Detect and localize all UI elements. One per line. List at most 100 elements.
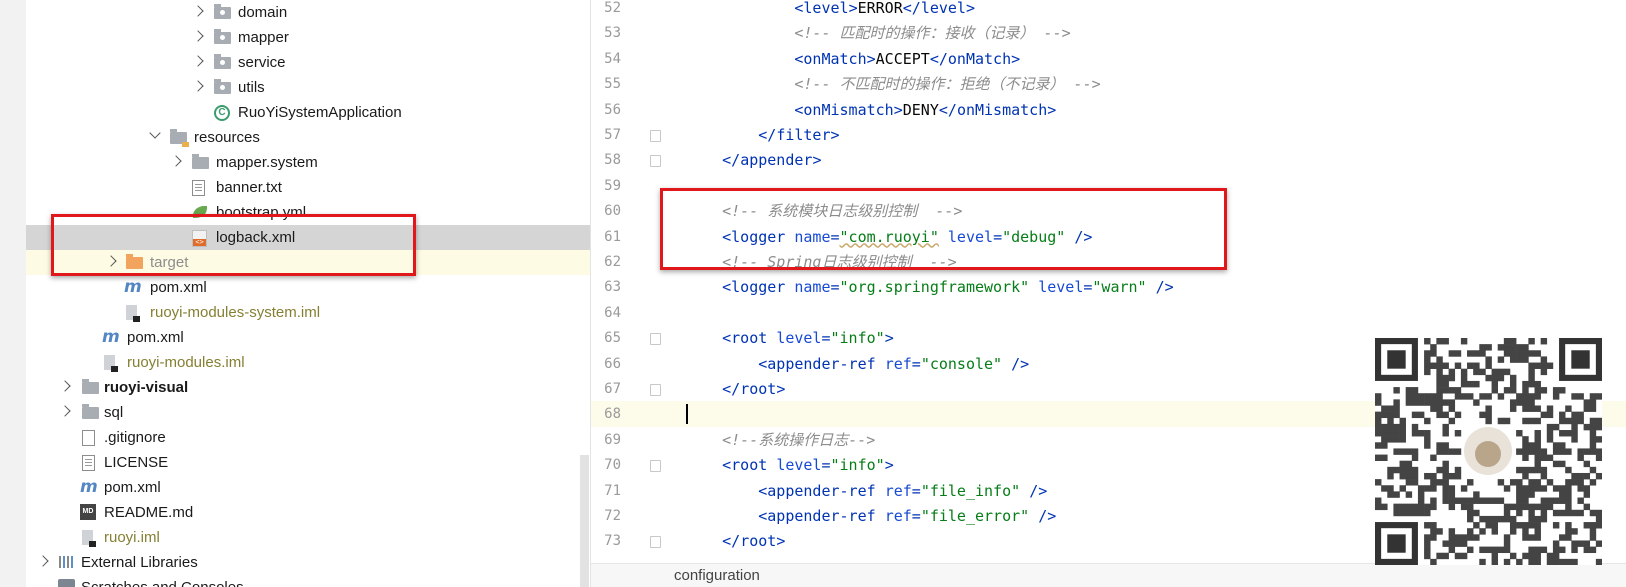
- chevron-right-icon[interactable]: [37, 555, 49, 567]
- tree-item[interactable]: ruoyi-visual: [26, 375, 591, 400]
- code-token: >: [1011, 49, 1021, 68]
- chevron-right-icon[interactable]: [59, 380, 71, 392]
- code-token: "info": [830, 329, 885, 348]
- line-number: 53: [604, 25, 621, 42]
- code-text: <logger name="org.springframework" level…: [686, 274, 1174, 300]
- code-line[interactable]: 64: [591, 300, 1626, 326]
- tree-item[interactable]: ruoyi.iml: [26, 525, 591, 550]
- code-line[interactable]: 55 <!-- 不匹配时的操作：拒绝（不记录） -->: [591, 71, 1626, 97]
- tree-item[interactable]: m pom.xml: [26, 275, 591, 300]
- fold-marker-icon[interactable]: [650, 460, 661, 473]
- tree-item[interactable]: External Libraries: [26, 550, 591, 575]
- line-number: 69: [604, 431, 621, 448]
- chevron-right-icon[interactable]: [192, 55, 204, 67]
- line-number: 68: [604, 406, 621, 423]
- tree-item[interactable]: sql: [26, 400, 591, 425]
- code-token: =: [911, 507, 921, 525]
- tree-item-label: README.md: [104, 504, 194, 521]
- code-token: >: [893, 100, 903, 119]
- code-line[interactable]: 56 <onMismatch>DENY</onMismatch>: [591, 97, 1626, 123]
- editor-breadcrumb[interactable]: configuration: [591, 563, 1626, 587]
- tree-item[interactable]: ruoyi-modules-system.iml: [26, 300, 591, 325]
- maven-icon: m: [124, 277, 142, 297]
- tree-item[interactable]: C RuoYiSystemApplication: [26, 100, 591, 125]
- code-token: =: [821, 456, 831, 475]
- code-token: >: [776, 532, 786, 551]
- code-line[interactable]: 57 </filter>: [591, 122, 1626, 148]
- code-token: />: [1011, 354, 1030, 373]
- maven-icon: m: [80, 477, 98, 497]
- fold-marker-icon[interactable]: [650, 536, 661, 549]
- code-text: </root>: [686, 528, 785, 554]
- code-token: />: [1155, 278, 1174, 297]
- tree-item[interactable]: service: [26, 50, 591, 75]
- tree-item[interactable]: m pom.xml: [26, 325, 591, 350]
- chevron-right-icon[interactable]: [192, 80, 204, 92]
- tree-item[interactable]: banner.txt: [26, 175, 591, 200]
- tree-item-label: pom.xml: [150, 279, 207, 296]
- tree-scrollbar[interactable]: [580, 455, 589, 587]
- tree-item-label: RuoYiSystemApplication: [238, 104, 402, 121]
- tree-item-label: domain: [238, 4, 288, 21]
- red-box-logback-file: [51, 214, 416, 276]
- fold-marker-icon[interactable]: [650, 384, 661, 396]
- code-token: >: [830, 126, 840, 144]
- tree-item[interactable]: mapper.system: [26, 150, 591, 175]
- line-number: 70: [604, 457, 621, 474]
- tree-item-label: External Libraries: [81, 554, 198, 571]
- code-token: root: [740, 532, 777, 551]
- code-line[interactable]: 54 <onMatch>ACCEPT</onMatch>: [591, 46, 1626, 72]
- tree-item[interactable]: Scratches and Consoles: [26, 575, 591, 587]
- fold-marker-icon[interactable]: [650, 333, 661, 346]
- tree-item[interactable]: .gitignore: [26, 425, 591, 450]
- code-line[interactable]: 52 <level>ERROR</level>: [591, 0, 1626, 21]
- breadcrumb-item-configuration[interactable]: configuration: [674, 564, 760, 587]
- line-number: 64: [604, 304, 621, 321]
- tree-item[interactable]: domain: [26, 0, 591, 25]
- tree-item[interactable]: MD README.md: [26, 500, 591, 525]
- chevron-right-icon[interactable]: [192, 5, 204, 17]
- chevron-right-icon[interactable]: [59, 405, 71, 417]
- line-number: 52: [604, 0, 621, 16]
- tree-item[interactable]: mapper: [26, 25, 591, 50]
- package-folder-icon: [214, 4, 231, 19]
- code-token: logger: [731, 278, 795, 297]
- tree-item[interactable]: utils: [26, 75, 591, 100]
- tree-gutter: [0, 0, 26, 587]
- tree-item[interactable]: m pom.xml: [26, 475, 591, 500]
- maven-icon: m: [102, 327, 120, 347]
- line-number: 58: [604, 152, 621, 169]
- tree-item[interactable]: LICENSE: [26, 450, 591, 475]
- code-text: <onMismatch>DENY</onMismatch>: [686, 97, 1056, 123]
- code-token: >: [884, 329, 894, 348]
- code-text: </root>: [686, 376, 785, 402]
- code-line[interactable]: 53 <!-- 匹配时的操作：接收（记录） -->: [591, 20, 1626, 46]
- fold-marker-icon[interactable]: [650, 130, 661, 142]
- chevron-down-icon[interactable]: [149, 127, 161, 139]
- code-line[interactable]: 63 <logger name="org.springframework" le…: [591, 274, 1626, 300]
- code-token: ACCEPT: [875, 49, 930, 68]
- code-token: appender-ref: [767, 481, 885, 500]
- tree-item[interactable]: resources: [26, 125, 591, 150]
- chevron-right-icon[interactable]: [170, 155, 182, 167]
- code-token: "file_error": [920, 507, 1030, 525]
- chevron-right-icon[interactable]: [192, 30, 204, 42]
- tree-item-label: resources: [194, 129, 260, 146]
- code-token: >: [1047, 100, 1057, 119]
- code-token: "info": [830, 456, 885, 475]
- code-line[interactable]: 58 </appender>: [591, 147, 1626, 173]
- tree-item[interactable]: ruoyi-modules.iml: [26, 350, 591, 375]
- code-token: </: [722, 151, 741, 170]
- fold-marker-icon[interactable]: [650, 155, 661, 168]
- line-number: 66: [604, 355, 621, 372]
- code-token: "org.springframework": [839, 278, 1030, 297]
- code-token: "warn": [1092, 278, 1147, 297]
